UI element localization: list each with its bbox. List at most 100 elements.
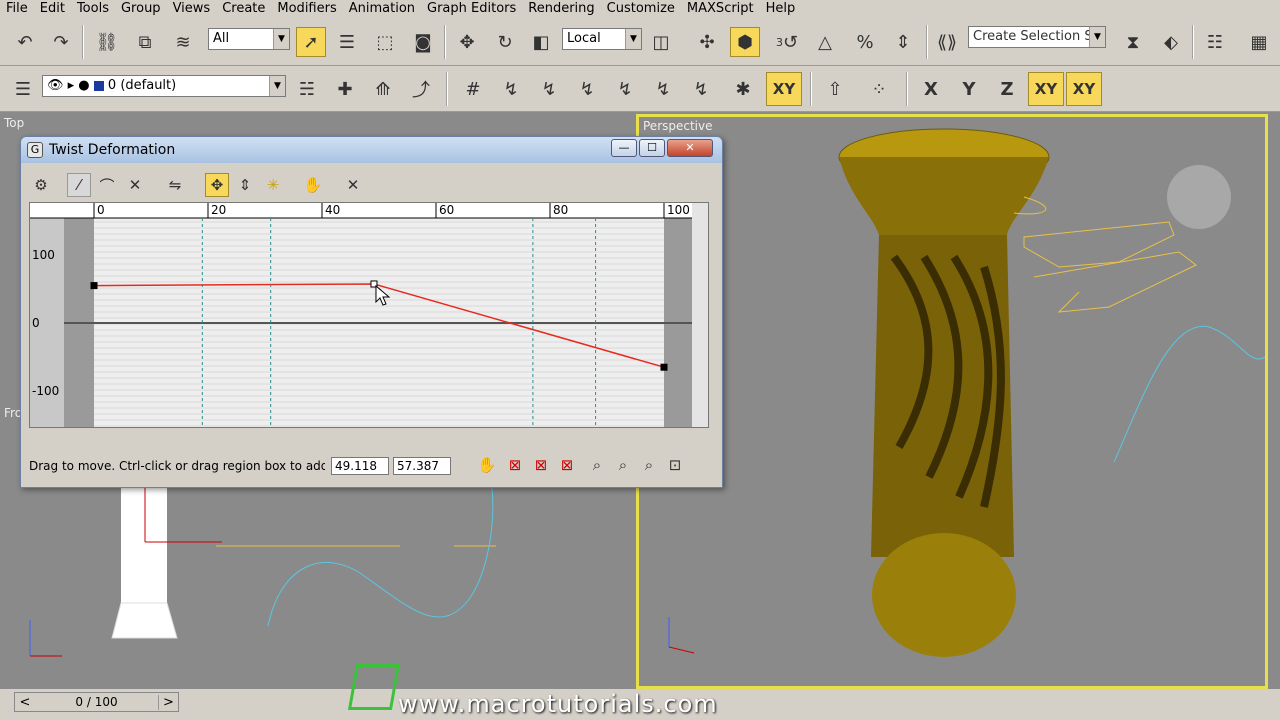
menu-edit[interactable]: Edit: [34, 0, 71, 18]
curve-editor-icon[interactable]: ▦: [1244, 27, 1274, 57]
unlink-icon[interactable]: ⧉: [130, 27, 160, 57]
manipulate-icon[interactable]: ✣: [692, 27, 722, 57]
select-layer-icon[interactable]: ⟰: [368, 74, 398, 104]
y-axis-label: 100: [32, 248, 55, 262]
zoom-region-icon[interactable]: ⊡: [663, 453, 687, 477]
mirror-icon[interactable]: ⧗: [1118, 27, 1148, 57]
axis-y-label: Y: [962, 78, 976, 100]
menu-maxscript[interactable]: MAXScript: [681, 0, 760, 18]
swap-curves-icon[interactable]: ⇋: [163, 173, 187, 197]
menu-rendering[interactable]: Rendering: [522, 0, 600, 18]
display-x-axis-icon[interactable]: ⁄: [67, 173, 91, 197]
move-control-point-icon[interactable]: ✥: [205, 173, 229, 197]
scale-control-point-icon[interactable]: ⇕: [233, 173, 257, 197]
edge-snap-icon[interactable]: ↯: [610, 74, 640, 104]
reference-coord-value: Local: [567, 31, 601, 46]
move-icon[interactable]: ✥: [452, 27, 482, 57]
toolbar-separator: [444, 25, 446, 59]
menu-customize[interactable]: Customize: [601, 0, 681, 18]
axis-constraint-xy-button[interactable]: XY: [766, 72, 802, 106]
perspective-viewport[interactable]: Perspective: [636, 114, 1268, 689]
zoom-extents-icon[interactable]: ⊠: [503, 453, 527, 477]
align-icon[interactable]: ⬖: [1156, 27, 1186, 57]
menu-file[interactable]: File: [0, 0, 34, 18]
select-by-name-icon[interactable]: ☰: [332, 27, 362, 57]
redo-icon[interactable]: ↷: [46, 27, 76, 57]
insert-corner-point-icon[interactable]: ✳: [261, 173, 285, 197]
vertex-snap-icon[interactable]: ↯: [534, 74, 564, 104]
zoom-horizontal-extents-icon[interactable]: ⊠: [529, 453, 553, 477]
display-y-axis-icon[interactable]: ⌒: [95, 173, 119, 197]
endpoint-snap-icon[interactable]: ↯: [572, 74, 602, 104]
create-layer-icon[interactable]: ✚: [330, 74, 360, 104]
reference-coord-dropdown[interactable]: Local ▼: [562, 28, 642, 50]
deformation-graph[interactable]: 0 20 40 60 80 100 100 0 -100: [29, 202, 709, 428]
axis-constraint-xy3-button[interactable]: XY: [1066, 72, 1102, 106]
pivot-snap-icon[interactable]: ↯: [496, 74, 526, 104]
zoom-vertically-icon[interactable]: ⌕: [611, 453, 635, 477]
delete-control-point-icon[interactable]: ✋: [301, 173, 325, 197]
menu-group[interactable]: Group: [115, 0, 167, 18]
named-selection-set-dropdown[interactable]: Create Selection Set ▼: [968, 26, 1106, 48]
deformation-graph-svg[interactable]: 0 20 40 60 80 100 100 0 -100: [30, 203, 708, 427]
time-slider[interactable]: < 0 / 100 >: [14, 692, 179, 712]
percent-snap-icon[interactable]: %: [850, 27, 880, 57]
menu-animation[interactable]: Animation: [343, 0, 421, 18]
layer-manager-icon[interactable]: ☷: [1200, 27, 1230, 57]
layer-dropdown[interactable]: 👁 ▸ ● 0 (default) ▼: [42, 75, 286, 97]
zoom-icon[interactable]: ⌕: [637, 453, 661, 477]
y-position-field[interactable]: 57.387: [393, 457, 451, 475]
window-crossing-icon[interactable]: ◙: [408, 27, 438, 57]
array-icon[interactable]: ⁘: [864, 74, 894, 104]
pan-icon[interactable]: ✋: [475, 453, 499, 477]
axis-constraint-xy2-button[interactable]: XY: [1028, 72, 1064, 106]
axis-constraint-z-button[interactable]: Z: [992, 74, 1022, 104]
time-next-button[interactable]: >: [158, 694, 178, 710]
y-axis-label: 0: [32, 316, 40, 330]
snaps-toggle-icon[interactable]: 3 ↺: [772, 27, 802, 57]
menu-tools[interactable]: Tools: [71, 0, 115, 18]
place-highlight-icon[interactable]: ⇧: [820, 74, 850, 104]
close-button[interactable]: ✕: [667, 139, 713, 157]
axis-constraint-y-button[interactable]: Y: [954, 74, 984, 104]
maximize-button[interactable]: ☐: [639, 139, 665, 157]
menu-modifiers[interactable]: Modifiers: [271, 0, 342, 18]
menu-graph-editors[interactable]: Graph Editors: [421, 0, 522, 18]
column-front-base: [111, 602, 178, 639]
select-link-icon[interactable]: ⛓: [92, 27, 122, 57]
top-viewport-label[interactable]: Top: [4, 116, 24, 130]
pivot-center-icon[interactable]: ◫: [646, 27, 676, 57]
edit-named-selection-icon[interactable]: ⟪⟫: [932, 27, 962, 57]
snap-settings-icon[interactable]: ✱: [728, 74, 758, 104]
time-prev-button[interactable]: <: [15, 695, 35, 710]
grid-snap-icon[interactable]: #: [458, 74, 488, 104]
spinner-snap-icon[interactable]: ⇕: [888, 27, 918, 57]
menu-create[interactable]: Create: [216, 0, 271, 18]
make-symmetrical-icon[interactable]: ⚙: [29, 173, 53, 197]
menu-help[interactable]: Help: [760, 0, 802, 18]
scale-icon[interactable]: ◧: [526, 27, 556, 57]
menu-views[interactable]: Views: [167, 0, 217, 18]
center-face-snap-icon[interactable]: ↯: [686, 74, 716, 104]
display-xy-axes-icon[interactable]: ✕: [123, 173, 147, 197]
app-icon: G: [27, 142, 43, 158]
selection-filter-dropdown[interactable]: All ▼: [208, 28, 290, 50]
reset-curve-icon[interactable]: ✕: [341, 173, 365, 197]
angle-snap-icon[interactable]: △: [810, 27, 840, 57]
keyboard-shortcut-override-icon[interactable]: ⬢: [730, 27, 760, 57]
zoom-horizontally-icon[interactable]: ⌕: [585, 453, 609, 477]
bind-space-warp-icon[interactable]: ≋: [168, 27, 198, 57]
undo-icon[interactable]: ↶: [10, 27, 40, 57]
x-position-field[interactable]: 49.118: [331, 457, 389, 475]
axis-constraint-x-button[interactable]: X: [916, 74, 946, 104]
layers-icon[interactable]: ☰: [8, 74, 38, 104]
minimize-button[interactable]: —: [611, 139, 637, 157]
select-object-icon[interactable]: ➚: [296, 27, 326, 57]
face-snap-icon[interactable]: ↯: [648, 74, 678, 104]
set-current-layer-icon[interactable]: ⤴: [406, 74, 436, 104]
rect-region-icon[interactable]: ⬚: [370, 27, 400, 57]
zoom-vertical-extents-icon[interactable]: ⊠: [555, 453, 579, 477]
rotate-icon[interactable]: ↻: [490, 27, 520, 57]
add-selection-to-layer-icon[interactable]: ☵: [292, 74, 322, 104]
control-point: [660, 363, 668, 371]
